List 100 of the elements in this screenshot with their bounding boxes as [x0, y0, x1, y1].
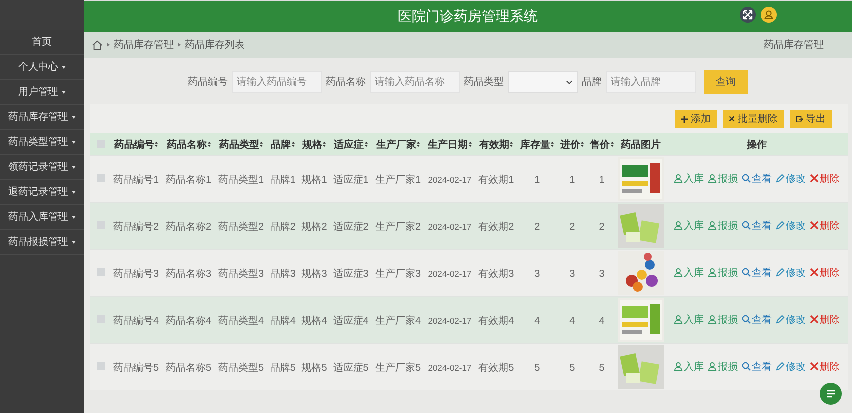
row-action-link[interactable]: 修改 — [774, 172, 807, 186]
row-action-link[interactable]: 查看 — [740, 266, 773, 280]
row-action-link[interactable]: 删除 — [808, 312, 841, 326]
sort-icon[interactable] — [468, 141, 472, 148]
cross-icon — [810, 315, 819, 324]
search-field[interactable]: 请输入品牌 — [606, 71, 696, 93]
row-action-link[interactable]: 删除 — [808, 172, 841, 186]
row-action-link[interactable]: 报损 — [706, 312, 739, 326]
user-icon — [708, 315, 717, 324]
search-field[interactable]: 请输入药品名称 — [370, 71, 460, 93]
column-header[interactable]: 品牌 — [271, 138, 296, 152]
search-button[interactable]: 查询 — [704, 70, 748, 94]
sidebar-item[interactable]: 领药记录管理 — [0, 155, 84, 180]
column-header[interactable]: 规格 — [302, 138, 326, 152]
row-action-link[interactable]: 修改 — [774, 266, 807, 280]
sidebar-item[interactable]: 药品入库管理 — [0, 205, 84, 230]
sidebar-item[interactable]: 药品报损管理 — [0, 230, 84, 255]
column-header[interactable]: 药品编号 — [114, 138, 158, 152]
search-icon — [742, 174, 751, 183]
sidebar-item[interactable]: 个人中心 — [0, 55, 84, 80]
row-action-link[interactable]: 报损 — [706, 266, 739, 280]
table-cell: 5 — [534, 362, 540, 374]
sort-icon[interactable] — [208, 141, 211, 148]
sort-icon[interactable] — [365, 141, 368, 148]
row-checkbox[interactable] — [97, 362, 105, 370]
row-action-link[interactable]: 修改 — [774, 312, 807, 326]
row-action-link[interactable]: 报损 — [706, 172, 739, 186]
search-icon — [742, 268, 751, 277]
row-action-link[interactable]: 查看 — [740, 360, 773, 374]
table-cell: 药品编号5 — [113, 362, 160, 374]
table-cell: 5 — [570, 362, 576, 374]
search-field[interactable]: 请输入药品编号 — [232, 71, 322, 93]
row-action-link[interactable]: 报损 — [706, 360, 739, 374]
row-action-link[interactable]: 修改 — [774, 360, 807, 374]
column-header[interactable]: 进价 — [560, 138, 584, 152]
column-header[interactable]: 适应症 — [334, 138, 368, 152]
toolbar-button[interactable]: 添加 — [675, 110, 717, 128]
column-header[interactable]: 有效期 — [479, 138, 514, 152]
column-header[interactable]: 药品名称 — [166, 138, 211, 152]
table-cell: 品牌3 — [270, 268, 296, 280]
sort-icon[interactable] — [581, 141, 584, 148]
table-cell: 3 — [534, 268, 540, 280]
table-cell: 品牌5 — [270, 362, 296, 374]
row-action-link[interactable]: 入库 — [672, 266, 705, 280]
sort-icon[interactable] — [417, 141, 420, 148]
row-action-link[interactable]: 报损 — [706, 218, 739, 232]
sort-icon[interactable] — [551, 141, 554, 148]
row-action-link[interactable]: 修改 — [774, 218, 807, 232]
sort-icon[interactable] — [323, 141, 326, 148]
sort-icon[interactable] — [611, 141, 614, 148]
row-action-link[interactable]: 入库 — [672, 172, 705, 186]
row-action-link[interactable]: 入库 — [672, 360, 705, 374]
breadcrumb-link[interactable]: 药品库存列表 — [185, 38, 245, 52]
sort-icon[interactable] — [260, 141, 264, 148]
toolbar-button[interactable]: 批量删除 — [723, 110, 784, 128]
export-icon — [796, 116, 803, 122]
fullscreen-icon[interactable] — [740, 7, 756, 23]
sidebar-item[interactable]: 退药记录管理 — [0, 180, 84, 205]
app-title: 医院门诊药房管理系统 — [398, 8, 538, 26]
column-header[interactable]: 操作 — [746, 138, 767, 152]
table-cell: 2024-02-17 — [428, 174, 472, 184]
column-header[interactable]: 药品图片 — [621, 138, 662, 152]
row-checkbox[interactable] — [97, 174, 105, 182]
cross-icon — [810, 174, 819, 183]
row-action-link[interactable]: 查看 — [740, 218, 773, 232]
table-cell: 生产厂家1 — [376, 174, 422, 186]
sidebar-item[interactable]: 药品类型管理 — [0, 130, 84, 155]
home-icon[interactable] — [92, 40, 103, 50]
column-header[interactable]: 生产厂家 — [376, 138, 420, 152]
row-action-link[interactable]: 删除 — [808, 266, 841, 280]
row-action-link[interactable]: 查看 — [740, 312, 773, 326]
cross-icon — [810, 221, 819, 230]
row-action-link[interactable]: 查看 — [740, 172, 773, 186]
column-header[interactable]: 药品类型 — [219, 138, 264, 152]
column-header[interactable]: 库存量 — [520, 138, 554, 152]
row-action-link[interactable]: 删除 — [808, 218, 841, 232]
user-icon — [674, 362, 683, 371]
toolbar-button[interactable]: 导出 — [790, 110, 832, 128]
table-cell: 1 — [570, 174, 576, 186]
sort-icon[interactable] — [510, 141, 514, 148]
row-checkbox[interactable] — [97, 268, 105, 276]
chat-button-icon[interactable] — [820, 383, 842, 405]
column-header[interactable]: 生产日期 — [428, 138, 472, 152]
search-icon — [742, 362, 751, 371]
sort-icon[interactable] — [292, 141, 296, 148]
sidebar-item[interactable]: 用户管理 — [0, 80, 84, 105]
pencil-icon — [776, 268, 785, 277]
pencil-icon — [776, 362, 785, 371]
user-icon[interactable] — [761, 7, 777, 23]
sort-icon[interactable] — [155, 141, 158, 148]
user-icon — [708, 174, 717, 183]
row-action-link[interactable]: 删除 — [808, 360, 841, 374]
field-label: 药品类型 — [464, 76, 504, 89]
breadcrumb-link[interactable]: 药品库存管理 — [114, 38, 174, 52]
column-header[interactable]: 售价 — [590, 138, 614, 152]
table-cell: 规格4 — [302, 316, 328, 326]
sidebar-item[interactable]: 药品库存管理 — [0, 105, 84, 130]
row-action-link[interactable]: 入库 — [672, 312, 705, 326]
pencil-icon — [776, 221, 785, 230]
row-action-link[interactable]: 入库 — [672, 218, 705, 232]
